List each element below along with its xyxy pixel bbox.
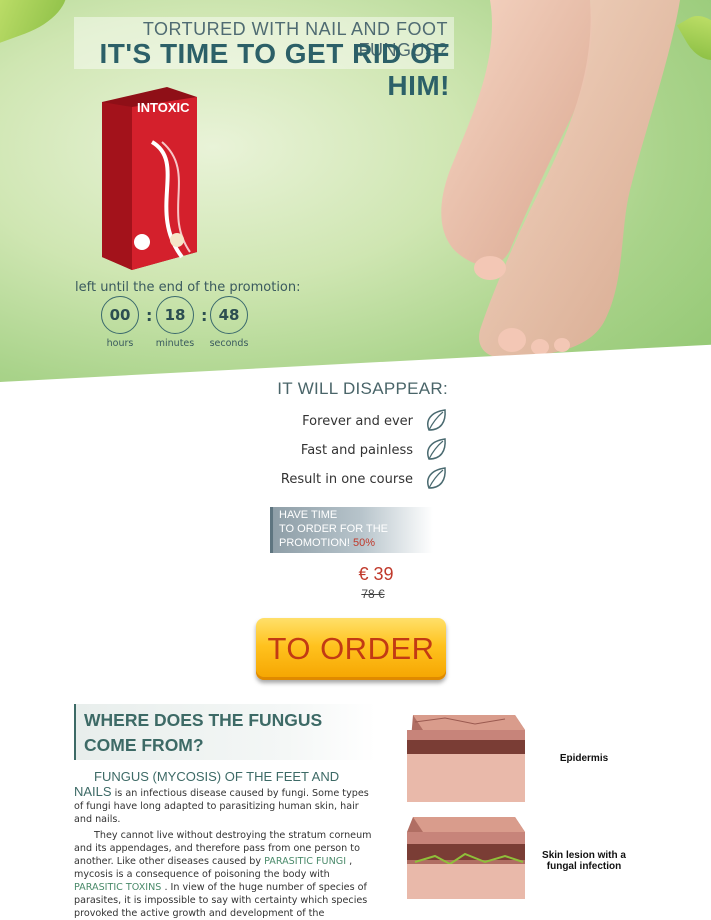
article-p1-text: is an infectious disease caused by fungi…: [74, 788, 369, 825]
promo-percent: 50%: [352, 537, 375, 549]
fungal-infection-caption: Skin lesion with a fungal infection: [542, 850, 626, 872]
benefit-item: Forever and ever: [302, 414, 413, 429]
leaf-icon: [427, 438, 446, 460]
product-brand: INTOXIC: [137, 100, 190, 115]
leaf-icon: [427, 467, 446, 489]
timer-minutes-label: minutes: [155, 338, 195, 349]
benefit-item: Fast and painless: [300, 443, 413, 458]
decorative-leaf: [0, 0, 76, 46]
parasitic-toxins-link[interactable]: PARASITIC TOXINS: [74, 882, 161, 893]
timer-hours-label: hours: [106, 338, 134, 349]
disappear-title: IT WILL DISAPPEAR:: [277, 379, 448, 398]
timer-seconds: 48: [210, 296, 248, 334]
promo-line-1: HAVE TIME: [279, 509, 338, 521]
article-paragraph-1: FUNGUS (MYCOSIS) OF THE FEET AND NAILS i…: [74, 770, 379, 826]
timer-separator: :: [201, 306, 208, 325]
article-title: WHERE DOES THE FUNGUS COME FROM?: [84, 710, 323, 755]
fungal-infection-image: [407, 817, 525, 899]
article-paragraph-2: They cannot live without destroying the …: [74, 829, 379, 920]
countdown-label: left until the end of the promotion:: [75, 280, 301, 295]
epidermis-caption: Epidermis: [559, 753, 609, 764]
parasitic-fungi-link[interactable]: PARASITIC FUNGI: [264, 856, 346, 867]
promo-line-2: TO ORDER FOR THE: [279, 523, 388, 535]
leaf-icon: [427, 409, 446, 431]
promo-line-3-text: PROMOTION!: [279, 537, 350, 549]
price-new: € 39: [358, 564, 394, 584]
promo-line-3: PROMOTION! 50%: [279, 537, 375, 549]
feet-illustration: [441, 0, 680, 359]
product-box-image: INTOXIC: [102, 87, 197, 270]
timer-minutes: 18: [156, 296, 194, 334]
price-old: 78 €: [361, 587, 385, 601]
timer-seconds-label: seconds: [209, 338, 249, 349]
promo-banner: HAVE TIME TO ORDER FOR THE PROMOTION! 50…: [270, 507, 433, 553]
order-button[interactable]: TO ORDER: [256, 618, 446, 680]
timer-separator: :: [146, 306, 153, 325]
benefit-item: Result in one course: [280, 472, 413, 487]
epidermis-image: [407, 715, 525, 802]
timer-hours: 00: [101, 296, 139, 334]
